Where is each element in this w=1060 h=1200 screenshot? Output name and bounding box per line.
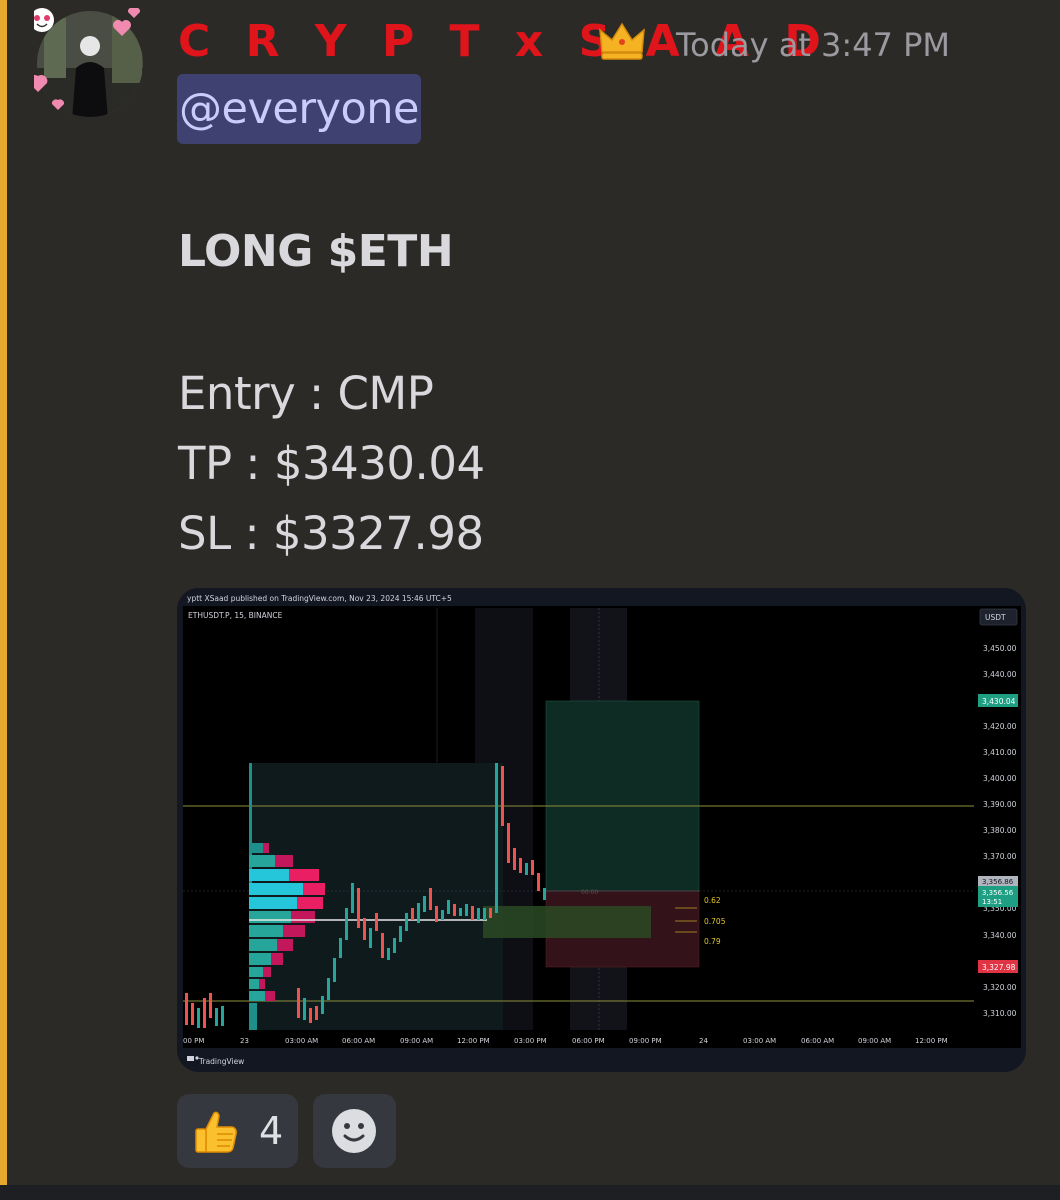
time-tick-label: 12:00 PM [915, 1037, 948, 1045]
time-tick-label: 24 [699, 1037, 708, 1045]
time-tick-label: 23 [240, 1037, 249, 1045]
price-tick-label: 3,400.00 [983, 774, 1017, 783]
avatar-image [28, 7, 143, 117]
current-price-tag: 3,356.56 [982, 889, 1014, 897]
everyone-mention[interactable]: @everyone [177, 74, 421, 144]
cursor-time-label: 00:00 [581, 889, 598, 896]
chart-image-attachment[interactable]: yptt XSaad published on TradingView.com,… [177, 588, 1026, 1072]
price-tick-label: 3,410.00 [983, 748, 1017, 757]
price-tick-label: 3,390.00 [983, 800, 1017, 809]
time-tick-label: 03:00 AM [743, 1037, 776, 1045]
fib-label: 0.705 [704, 917, 726, 926]
window-bottom-edge [0, 1185, 1060, 1200]
time-tick-label: 06:00 AM [342, 1037, 375, 1045]
thumbs-up-icon [195, 1111, 237, 1153]
price-tick-label: 3,420.00 [983, 722, 1017, 731]
user-avatar[interactable] [28, 7, 146, 120]
time-tick-label: 09:00 AM [400, 1037, 433, 1045]
time-tick-label: 09:00 AM [858, 1037, 891, 1045]
price-tick-label: 3,310.00 [983, 1009, 1017, 1018]
take-profit-price-tag: 3,430.04 [982, 697, 1016, 706]
stop-loss-price-tag: 3,327.98 [982, 963, 1016, 972]
price-tick-label: 3,320.00 [983, 983, 1017, 992]
time-tick-label: 06:00 AM [801, 1037, 834, 1045]
add-reaction-smiley-icon [332, 1109, 376, 1153]
fib-label: 0.62 [704, 896, 721, 905]
bar-countdown: 13:51 [982, 898, 1002, 906]
symbol-label: ETHUSDT.P, 15, BINANCE [188, 611, 283, 620]
highlight-accent-bar [0, 0, 7, 1185]
time-tick-label: 03:00 AM [285, 1037, 318, 1045]
stop-loss-line: SL : $3327.98 [178, 507, 484, 560]
take-profit-line: TP : $3430.04 [178, 437, 485, 490]
price-tick-label: 3,370.00 [983, 852, 1017, 861]
time-tick-label: 06:00 PM [572, 1037, 605, 1045]
current-price-tag: 3,356.86 [982, 878, 1014, 886]
fib-label: 0.79 [704, 937, 721, 946]
time-tick-label: 03:00 PM [514, 1037, 547, 1045]
message-headline: LONG $ETH [178, 226, 454, 277]
price-tick-label: 3,450.00 [983, 644, 1017, 653]
price-tick-label: 3,380.00 [983, 826, 1017, 835]
price-tick-label: 3,340.00 [983, 931, 1017, 940]
time-tick-label: 00 PM [183, 1037, 204, 1045]
price-tick-label: 3,440.00 [983, 670, 1017, 679]
entry-line: Entry : CMP [178, 367, 434, 420]
message-timestamp[interactable]: Today at 3:47 PM [676, 20, 950, 70]
thumbs-up-reaction[interactable]: 4 [177, 1094, 298, 1168]
publish-caption: yptt XSaad published on TradingView.com,… [187, 594, 452, 603]
reaction-count: 4 [259, 1109, 284, 1153]
crown-icon [599, 22, 645, 60]
tradingview-brand: TradingView [198, 1057, 244, 1066]
time-tick-label: 09:00 PM [629, 1037, 662, 1045]
add-reaction-button[interactable] [313, 1094, 396, 1168]
currency-label: USDT [985, 613, 1006, 622]
time-tick-label: 12:00 PM [457, 1037, 490, 1045]
heart-icon [127, 7, 141, 18]
